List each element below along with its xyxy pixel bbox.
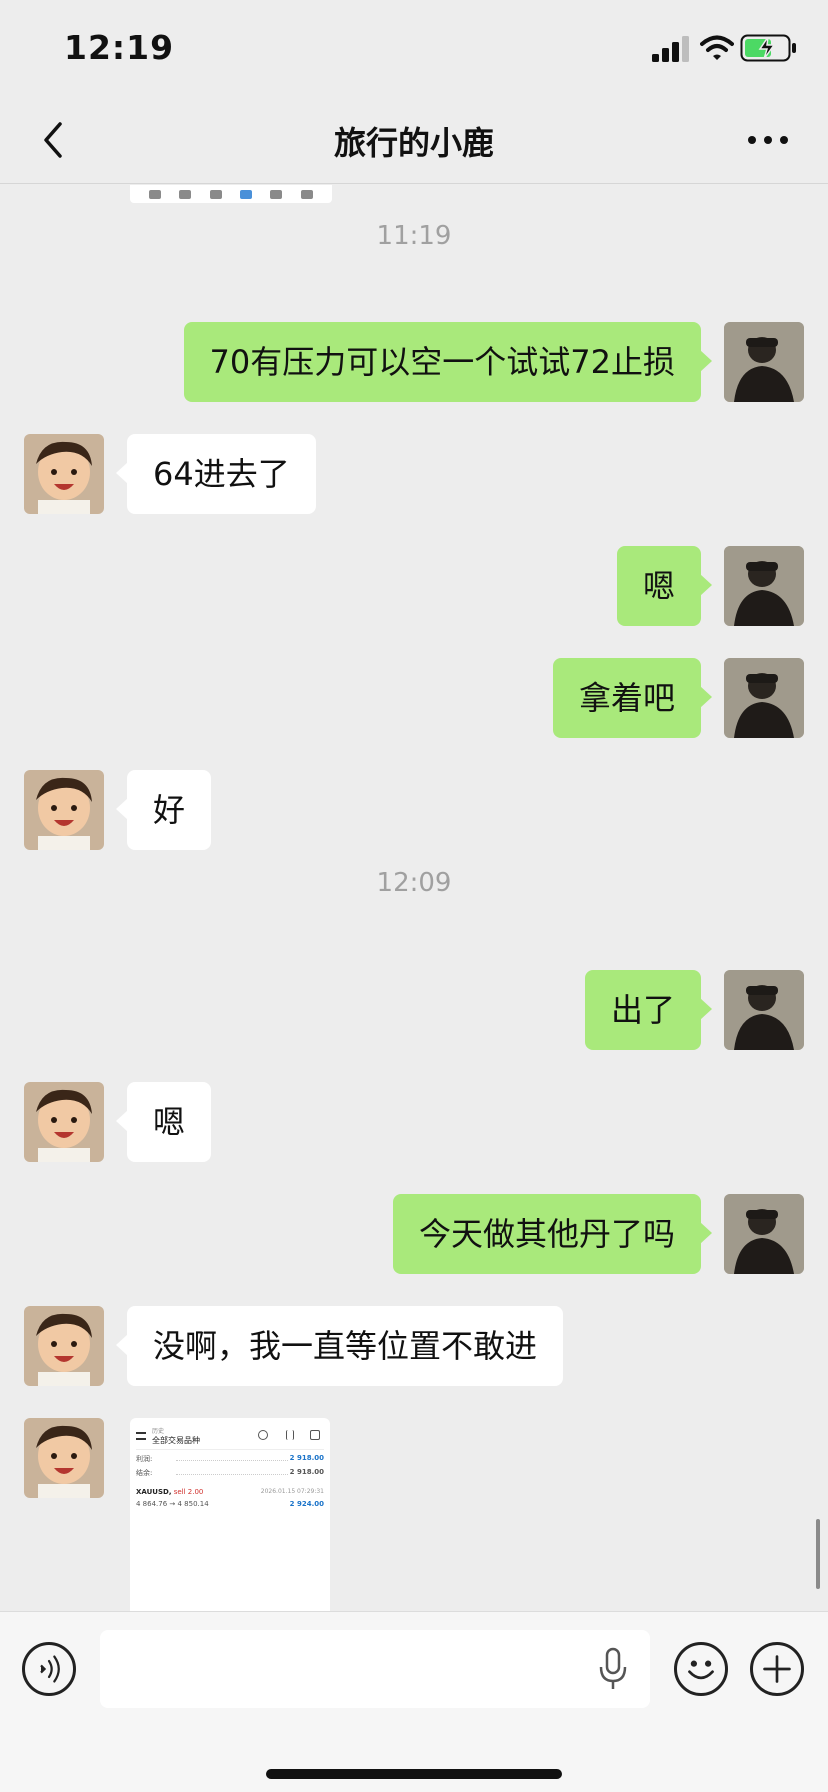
screenshot-row: 利润: 2 918.00 [136, 1454, 324, 1466]
received-message[interactable]: 好 [115, 770, 212, 850]
home-indicator[interactable] [266, 1769, 562, 1779]
my-avatar[interactable] [724, 970, 804, 1050]
contact-avatar[interactable] [24, 1306, 104, 1386]
screenshot-small-label: 历史 [152, 1428, 165, 1435]
sent-message[interactable]: 出了 [584, 970, 713, 1050]
more-icon[interactable] [744, 118, 792, 162]
voice-icon[interactable] [22, 1642, 76, 1696]
message-input[interactable] [100, 1630, 650, 1708]
contact-avatar[interactable] [24, 770, 104, 850]
contact-avatar[interactable] [24, 434, 104, 514]
sent-message[interactable]: 拿着吧 [552, 658, 713, 738]
status-bar: 12:19 [0, 0, 828, 96]
my-avatar[interactable] [724, 658, 804, 738]
currency-icon [258, 1430, 268, 1440]
trade-date: 2026.01.15 07:29:31 [260, 1488, 324, 1495]
contact-avatar[interactable] [24, 1418, 104, 1498]
chat-title: 旅行的小鹿 [333, 124, 494, 162]
trade-row: XAUUSD, sell 2.00 2026.01.15 07:29:31 [136, 1488, 324, 1500]
trade-side: sell 2.00 [173, 1488, 204, 1496]
message-list[interactable]: 11:19 70有压力可以空一个试试72止损 64进去了 嗯 拿着吧 好 12:… [0, 185, 828, 1611]
calendar-icon [310, 1430, 320, 1440]
input-bar [0, 1611, 828, 1792]
my-avatar[interactable] [724, 322, 804, 402]
image-message[interactable]: 历史 全部交易品种 利润: 2 918.00 结余: 2 918.00 XAUU… [130, 1418, 330, 1611]
contact-avatar[interactable] [24, 1082, 104, 1162]
hamburger-menu-icon [136, 1432, 146, 1440]
my-avatar[interactable] [724, 1194, 804, 1274]
received-message[interactable]: 64进去了 [116, 434, 316, 514]
screenshot-header: 历史 全部交易品种 [136, 1424, 324, 1450]
sort-icon [286, 1430, 294, 1440]
row-value: 2 918.00 [289, 1468, 324, 1476]
sent-message[interactable]: 今天做其他丹了吗 [392, 1194, 713, 1274]
plus-icon[interactable] [750, 1642, 804, 1696]
trade-row-2: 4 864.76 → 4 850.14 2 924.00 [136, 1500, 324, 1512]
sent-message[interactable]: 嗯 [616, 546, 713, 626]
scrollbar[interactable] [816, 1519, 820, 1589]
my-avatar[interactable] [724, 546, 804, 626]
trade-prices: 4 864.76 → 4 850.14 [136, 1500, 209, 1508]
screenshot-row: 结余: 2 918.00 [136, 1468, 324, 1480]
row-label: 结余: [136, 1469, 153, 1477]
timestamp: 12:09 [376, 868, 452, 898]
trade-profit: 2 924.00 [289, 1500, 324, 1508]
trade-symbol: XAUUSD, [136, 1488, 172, 1496]
wifi-icon [700, 35, 734, 60]
chat-header: 旅行的小鹿 [0, 96, 828, 184]
received-message[interactable]: 没啊，我一直等位置不敢进 [115, 1306, 564, 1386]
screenshot-title: 全部交易品种 [152, 1436, 200, 1445]
cellular-signal-icon [652, 36, 689, 62]
row-value: 2 918.00 [289, 1454, 324, 1462]
battery-charging-icon [740, 34, 796, 62]
sent-message[interactable]: 70有压力可以空一个试试72止损 [183, 322, 713, 402]
received-message[interactable]: 嗯 [115, 1082, 212, 1162]
previous-image-fragment[interactable] [130, 185, 332, 203]
timestamp: 11:19 [376, 221, 452, 251]
row-label: 利润: [136, 1455, 153, 1463]
status-time: 12:19 [64, 28, 175, 67]
emoji-icon[interactable] [674, 1642, 728, 1696]
microphone-icon[interactable] [598, 1647, 628, 1691]
